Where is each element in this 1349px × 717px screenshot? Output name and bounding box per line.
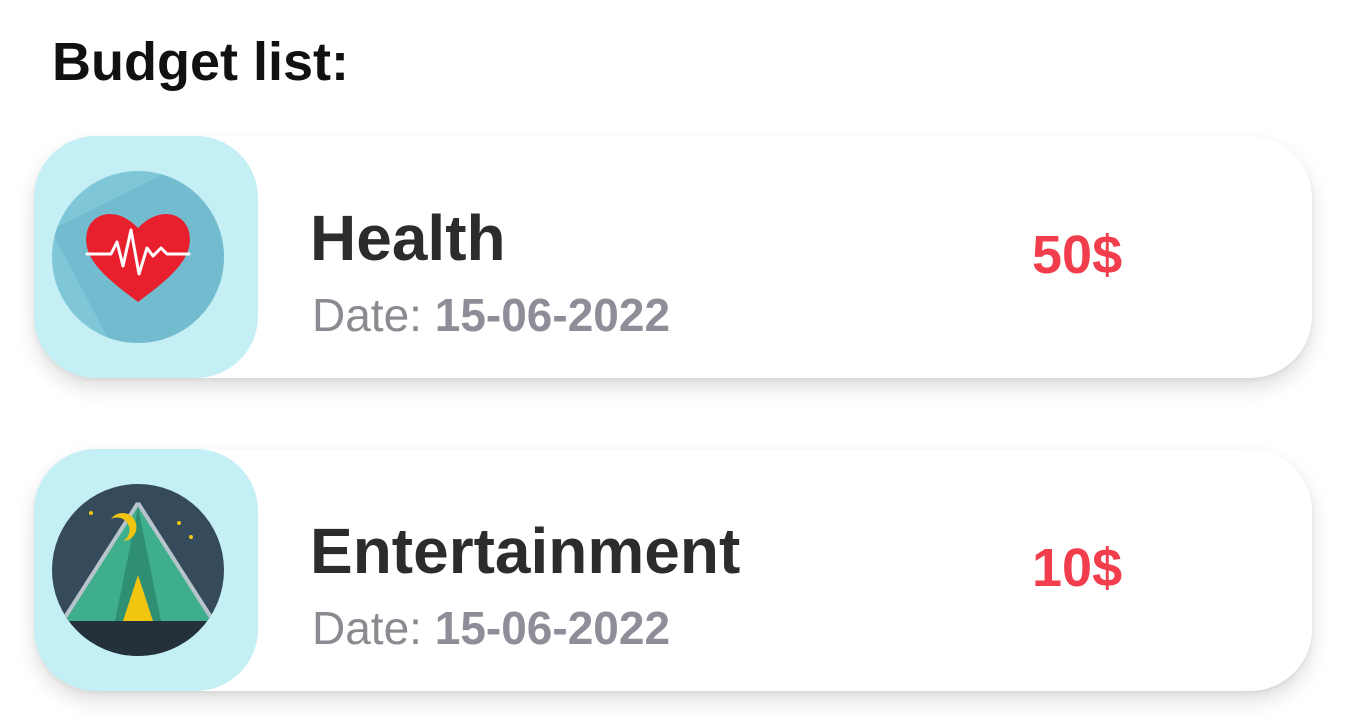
- category-icon-box: [34, 136, 258, 378]
- item-amount: 10$: [1032, 538, 1123, 598]
- category-icon-box: [34, 449, 258, 691]
- camping-tent-icon: [52, 484, 224, 656]
- item-amount: 50$: [1032, 225, 1123, 285]
- date-label: Date:: [312, 289, 435, 341]
- budget-item-entertainment[interactable]: Entertainment Date: 15-06-2022 10$: [34, 449, 1312, 691]
- section-title: Budget list:: [52, 32, 349, 92]
- date-label: Date:: [312, 602, 435, 654]
- item-title: Entertainment: [310, 515, 741, 587]
- item-date: Date: 15-06-2022: [312, 292, 670, 338]
- item-date: Date: 15-06-2022: [312, 605, 670, 651]
- heart-pulse-icon: [52, 171, 224, 343]
- budget-item-health[interactable]: Health Date: 15-06-2022 50$: [34, 136, 1312, 378]
- date-value: 15-06-2022: [434, 289, 671, 341]
- budget-list-screen: Budget list: Health Date: 15-06-2022 50$: [0, 0, 1349, 717]
- date-value: 15-06-2022: [434, 602, 671, 654]
- item-title: Health: [310, 202, 506, 274]
